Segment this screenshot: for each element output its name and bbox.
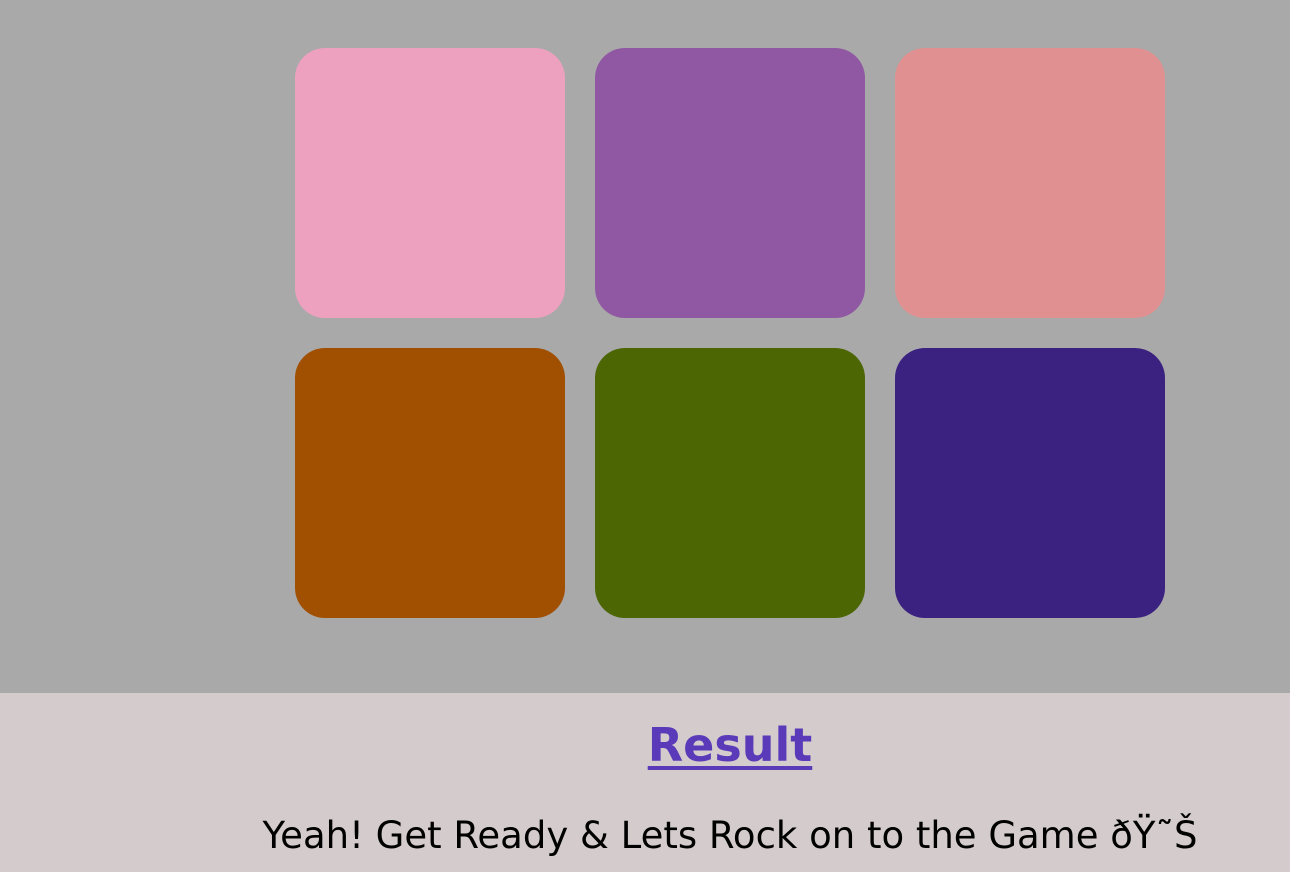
- game-board: [0, 0, 1290, 693]
- color-tile-4[interactable]: [295, 348, 565, 618]
- result-heading: Result: [647, 718, 813, 772]
- result-message: Yeah! Get Ready & Lets Rock on to the Ga…: [262, 814, 1198, 857]
- color-tile-2[interactable]: [595, 48, 865, 318]
- result-panel: Result Yeah! Get Ready & Lets Rock on to…: [0, 693, 1290, 872]
- color-tile-3[interactable]: [895, 48, 1165, 318]
- color-tile-1[interactable]: [295, 48, 565, 318]
- color-tile-5[interactable]: [595, 348, 865, 618]
- color-tile-6[interactable]: [895, 348, 1165, 618]
